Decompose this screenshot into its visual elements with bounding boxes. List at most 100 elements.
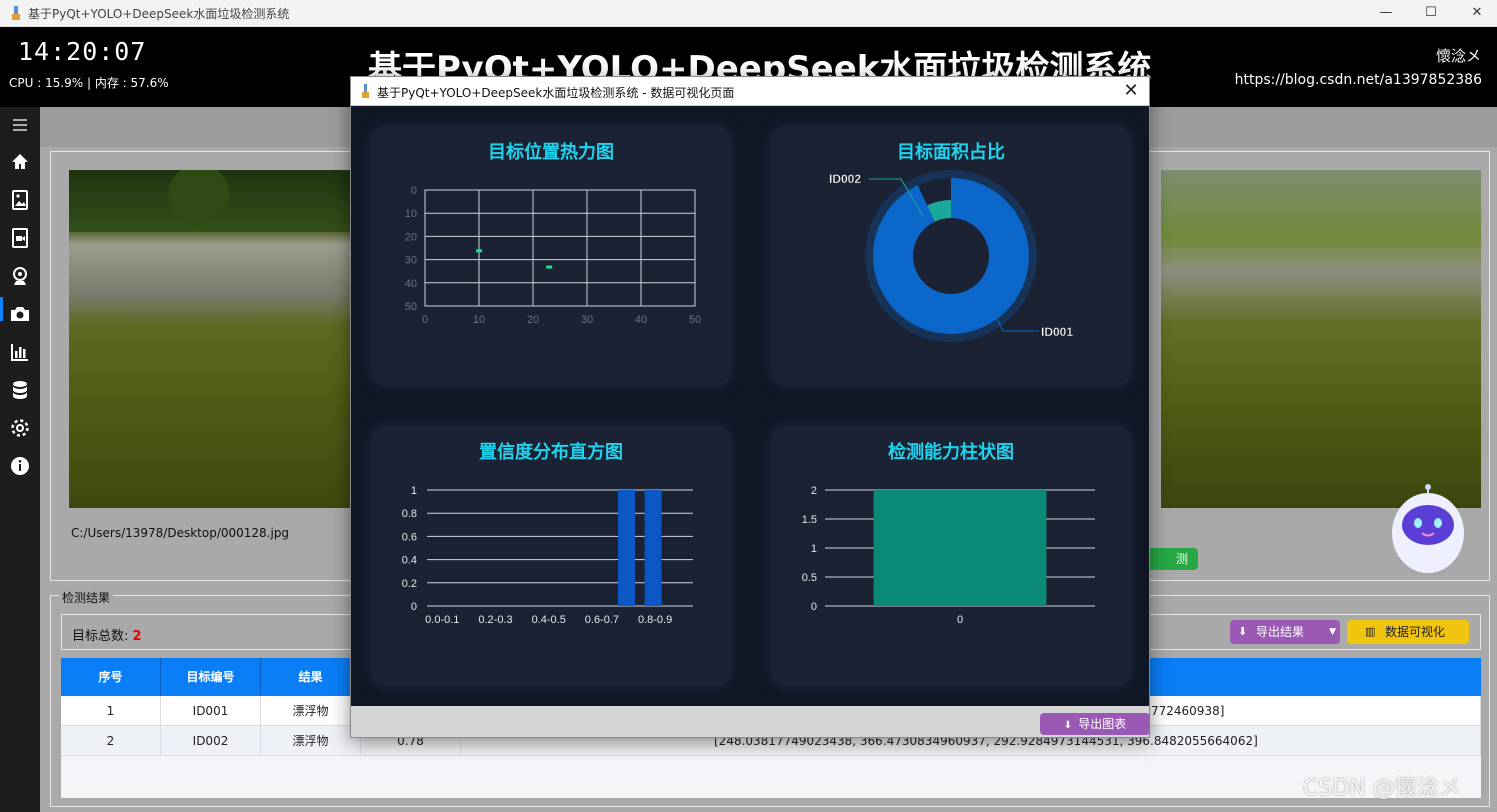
- image-icon[interactable]: [8, 188, 32, 212]
- capability-panel: 检测能力柱状图 0 0.5 1 1.5 2 0: [771, 426, 1131, 686]
- dialog-title: 基于PyQt+YOLO+DeepSeek水面垃圾检测系统 - 数据可视化页面: [377, 86, 735, 100]
- author-name: 懷淰メ: [1435, 47, 1481, 65]
- sidebar-active-indicator: [0, 297, 3, 321]
- video-icon[interactable]: [8, 226, 32, 250]
- window-titlebar: 基于PyQt+YOLO+DeepSeek水面垃圾检测系统 — ☐ ✕: [0, 0, 1497, 27]
- histogram-bar: [644, 490, 662, 606]
- x-tick-label: 40: [635, 314, 647, 326]
- app-icon: [12, 6, 20, 20]
- y-tick-label: 0.6: [402, 531, 417, 543]
- y-tick-label: 20: [405, 231, 417, 243]
- table-cell[interactable]: 漂浮物: [261, 696, 361, 726]
- export-results-button[interactable]: ⬇ 导出结果 ▼: [1230, 620, 1340, 644]
- app-icon: [362, 84, 369, 98]
- total-label: 目标总数: 2: [72, 625, 142, 644]
- area-ratio-chart: ID001 ID002: [829, 170, 1074, 342]
- chevron-down-icon[interactable]: ▼: [1329, 620, 1336, 644]
- confidence-chart: 0 0.2 0.4 0.6 0.8 1 0.0-0.1 0.2-0.3 0.4-0.5 0.6-0…: [402, 485, 693, 626]
- data-visualization-label: 数据可视化: [1385, 625, 1446, 639]
- capability-chart: 0 0.5 1 1.5 2 0: [802, 485, 1095, 626]
- x-tick-label: 0: [422, 314, 428, 326]
- x-tick-label: 0: [957, 614, 963, 626]
- y-tick-label: 0.5: [802, 572, 817, 584]
- x-tick-label: 0.8-0.9: [638, 614, 672, 626]
- y-tick-label: 40: [405, 278, 417, 290]
- results-legend: 检测结果: [59, 589, 114, 606]
- heatmap-chart: 0 10 20 30 40 50 0 10 20 30 40 50: [405, 185, 701, 326]
- column-header[interactable]: 目标编号: [161, 658, 261, 696]
- heat-cell: [476, 249, 482, 253]
- export-chart-label: 导出图表: [1078, 717, 1127, 731]
- table-cell[interactable]: 2: [61, 726, 161, 756]
- robot-assistant-icon[interactable]: [1390, 481, 1466, 581]
- table-cell[interactable]: ID002: [161, 726, 261, 756]
- minimize-button[interactable]: —: [1376, 4, 1396, 22]
- pie-label: ID002: [829, 172, 861, 186]
- y-tick-label: 0.2: [402, 578, 417, 590]
- close-button[interactable]: ✕: [1467, 4, 1487, 22]
- x-tick-label: 0.0-0.1: [425, 614, 459, 626]
- menu-icon[interactable]: [8, 113, 32, 137]
- table-cell[interactable]: ID001: [161, 696, 261, 726]
- y-tick-label: 1: [411, 485, 417, 497]
- detect-button[interactable]: 测: [1146, 548, 1198, 570]
- dialog-close-button[interactable]: ✕: [1121, 81, 1141, 101]
- y-tick-label: 1.5: [802, 514, 817, 526]
- export-results-label: 导出结果: [1256, 625, 1305, 639]
- x-tick-label: 50: [689, 314, 701, 326]
- column-header[interactable]: 结果: [261, 658, 361, 696]
- bar-chart-icon: ▥: [1365, 625, 1376, 638]
- system-info: CPU : 15.9% | 内存 : 57.6%: [9, 76, 169, 90]
- y-tick-label: 0: [411, 601, 417, 613]
- file-path: C:/Users/13978/Desktop/000128.jpg: [71, 526, 290, 540]
- maximize-button[interactable]: ☐: [1421, 4, 1441, 22]
- area-ratio-panel: 目标面积占比 ID001 ID002: [771, 126, 1131, 386]
- x-tick-label: 20: [527, 314, 539, 326]
- blog-link[interactable]: https://blog.csdn.net/a1397852386: [1235, 72, 1482, 88]
- heatmap-panel: 目标位置热力图 0 10 20 30 40 50 0 10 20 30 40 50: [371, 126, 731, 386]
- pie-label: ID001: [1041, 325, 1073, 339]
- info-icon[interactable]: [8, 454, 32, 478]
- total-label-text: 目标总数:: [72, 629, 133, 644]
- y-tick-label: 10: [405, 208, 417, 220]
- table-cell[interactable]: 漂浮物: [261, 726, 361, 756]
- result-image: [1161, 170, 1481, 508]
- x-tick-label: 10: [473, 314, 485, 326]
- export-chart-button[interactable]: ⬇ 导出图表: [1040, 713, 1150, 735]
- table-cell[interactable]: 1: [61, 696, 161, 726]
- camera-icon[interactable]: [8, 302, 32, 326]
- y-tick-label: 0.4: [402, 555, 417, 567]
- y-tick-label: 0.8: [402, 508, 417, 520]
- clock: 14:20:07: [18, 37, 147, 66]
- dialog-body: 目标位置热力图 0 10 20 30 40 50 0 10 20 30 40 50 目标面积占比 ID…: [351, 106, 1149, 706]
- x-tick-label: 0.4-0.5: [532, 614, 566, 626]
- visualization-dialog: 基于PyQt+YOLO+DeepSeek水面垃圾检测系统 - 数据可视化页面 ✕…: [350, 76, 1150, 738]
- x-tick-label: 0.6-0.7: [585, 614, 619, 626]
- dialog-titlebar: 基于PyQt+YOLO+DeepSeek水面垃圾检测系统 - 数据可视化页面 ✕: [351, 77, 1149, 106]
- y-tick-label: 0: [411, 185, 417, 197]
- watermark: CSDN @懷淰メ: [1303, 776, 1461, 801]
- chart-icon[interactable]: [8, 340, 32, 364]
- heat-cell: [546, 265, 553, 269]
- y-tick-label: 50: [405, 301, 417, 313]
- settings-icon[interactable]: [8, 416, 32, 440]
- data-visualization-button[interactable]: ▥ 数据可视化: [1347, 620, 1469, 644]
- webcam-icon[interactable]: [8, 264, 32, 288]
- y-tick-label: 30: [405, 255, 417, 267]
- y-tick-label: 1: [811, 543, 817, 555]
- home-icon[interactable]: [8, 150, 32, 174]
- total-count: 2: [132, 629, 142, 644]
- download-icon: ⬇: [1063, 720, 1073, 731]
- capability-bar: [873, 490, 1047, 606]
- confidence-panel: 置信度分布直方图 0 0.2 0.4 0.6 0.8 1 0.0-0.1 0.2-0.3 0.4…: [371, 426, 731, 686]
- y-tick-label: 2: [811, 485, 817, 497]
- y-tick-label: 0: [811, 601, 817, 613]
- download-icon: ⬇: [1238, 625, 1248, 638]
- histogram-bar: [617, 490, 636, 606]
- x-tick-label: 30: [581, 314, 593, 326]
- database-icon[interactable]: [8, 378, 32, 402]
- column-header[interactable]: 序号: [61, 658, 161, 696]
- plot-border: [424, 189, 696, 307]
- x-tick-label: 0.2-0.3: [478, 614, 512, 626]
- sidebar: [0, 107, 40, 812]
